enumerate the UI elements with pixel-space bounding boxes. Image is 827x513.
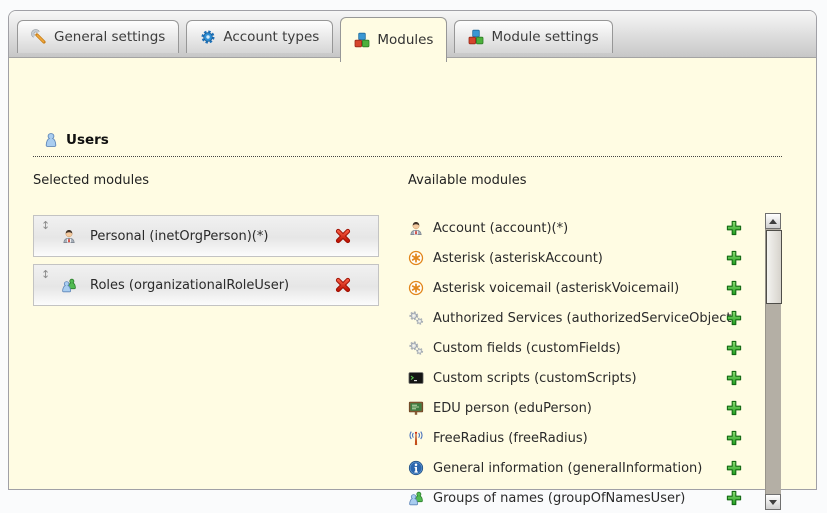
module-label: General information (generalInformation) xyxy=(433,461,725,476)
add-module-button[interactable] xyxy=(726,280,742,296)
available-module-row: Custom fields (customFields) xyxy=(408,333,781,363)
module-label: Account (account)(*) xyxy=(433,221,725,236)
green-plus-icon xyxy=(726,430,742,446)
gears-icon xyxy=(408,310,424,326)
module-label: Asterisk (asteriskAccount) xyxy=(433,251,725,266)
green-plus-icon xyxy=(726,400,742,416)
module-label: FreeRadius (freeRadius) xyxy=(433,431,725,446)
available-modules-list: Account (account)(*) Asterisk (asteriskA… xyxy=(408,213,781,513)
available-modules-heading: Available modules xyxy=(408,173,781,187)
module-label: Authorized Services (authorizedServiceOb… xyxy=(433,311,737,326)
up-arrow-icon xyxy=(769,219,777,224)
module-label: Asterisk voicemail (asteriskVoicemail) xyxy=(433,281,725,296)
module-label: Custom scripts (customScripts) xyxy=(433,371,725,386)
selected-modules-panel: Selected modules ↕ Personal (inetOrgPers… xyxy=(33,173,379,306)
terminal-icon xyxy=(408,370,424,386)
add-module-button[interactable] xyxy=(726,310,742,326)
scrollbar xyxy=(765,213,781,510)
down-arrow-icon xyxy=(769,500,777,505)
available-module-row: Authorized Services (authorizedServiceOb… xyxy=(408,303,781,333)
green-plus-icon xyxy=(726,460,742,476)
available-module-row: EDU person (eduPerson) xyxy=(408,393,781,423)
available-module-row: FreeRadius (freeRadius) xyxy=(408,423,781,453)
group-icon xyxy=(61,277,77,293)
tab-bar: General settings Account types Modules M… xyxy=(9,11,816,58)
module-label: Personal (inetOrgPerson)(*) xyxy=(90,229,330,244)
lam-configuration-window: General settings Account types Modules M… xyxy=(8,10,817,490)
scrollbar-track[interactable] xyxy=(765,229,781,494)
module-label: Groups of names (groupOfNamesUser) xyxy=(433,491,725,506)
wrench-icon xyxy=(31,29,47,45)
tab-account-types[interactable]: Account types xyxy=(186,20,333,53)
add-module-button[interactable] xyxy=(726,400,742,416)
tab-modules[interactable]: Modules xyxy=(340,17,447,62)
remove-module-button[interactable] xyxy=(335,277,351,293)
person-icon xyxy=(61,228,77,244)
drag-handle-icon[interactable]: ↕ xyxy=(41,268,56,281)
add-module-button[interactable] xyxy=(726,220,742,236)
asterisk-icon xyxy=(408,250,424,266)
available-module-row: Custom scripts (customScripts) xyxy=(408,363,781,393)
scrollbar-up-button[interactable] xyxy=(765,213,781,229)
antenna-icon xyxy=(408,430,424,446)
available-module-row: Asterisk voicemail (asteriskVoicemail) xyxy=(408,273,781,303)
green-plus-icon xyxy=(726,310,742,326)
available-modules-panel: Available modules Account (account)(*) A… xyxy=(408,173,781,513)
red-x-icon xyxy=(335,228,351,244)
green-plus-icon xyxy=(726,280,742,296)
green-plus-icon xyxy=(726,490,742,506)
available-modules-list-wrap: Account (account)(*) Asterisk (asteriskA… xyxy=(408,213,781,513)
green-plus-icon xyxy=(726,370,742,386)
tab-module-settings[interactable]: Module settings xyxy=(454,20,612,53)
tab-general-settings[interactable]: General settings xyxy=(17,20,179,53)
modules-icon xyxy=(468,29,484,45)
available-module-row: Groups of names (groupOfNamesUser) xyxy=(408,483,781,513)
add-module-button[interactable] xyxy=(726,250,742,266)
red-x-icon xyxy=(335,277,351,293)
add-module-button[interactable] xyxy=(726,490,742,506)
gears-icon xyxy=(408,340,424,356)
green-plus-icon xyxy=(726,340,742,356)
module-label: EDU person (eduPerson) xyxy=(433,401,725,416)
person-icon xyxy=(408,220,424,236)
drag-handle-icon[interactable]: ↕ xyxy=(41,219,56,232)
available-module-row: Account (account)(*) xyxy=(408,213,781,243)
add-module-button[interactable] xyxy=(726,370,742,386)
user-icon xyxy=(43,132,59,148)
users-section-header: Users xyxy=(33,132,782,157)
asterisk-icon xyxy=(408,280,424,296)
scrollbar-down-button[interactable] xyxy=(765,494,781,510)
modules-icon xyxy=(354,32,370,48)
section-title: Users xyxy=(66,132,109,148)
chalkboard-icon xyxy=(408,400,424,416)
add-module-button[interactable] xyxy=(726,430,742,446)
modules-tab-content: Users Selected modules ↕ Personal (inetO… xyxy=(9,58,816,489)
module-label: Roles (organizationalRoleUser) xyxy=(90,278,330,293)
green-plus-icon xyxy=(726,250,742,266)
remove-module-button[interactable] xyxy=(335,228,351,244)
selected-modules-heading: Selected modules xyxy=(33,173,379,187)
group-icon xyxy=(408,490,424,506)
add-module-button[interactable] xyxy=(726,460,742,476)
available-module-row: General information (generalInformation) xyxy=(408,453,781,483)
selected-module-row: ↕ Personal (inetOrgPerson)(*) xyxy=(33,215,379,257)
info-icon xyxy=(408,460,424,476)
scrollbar-thumb[interactable] xyxy=(766,230,782,304)
selected-modules-list: ↕ Personal (inetOrgPerson)(*) ↕ Roles (o… xyxy=(33,215,379,306)
add-module-button[interactable] xyxy=(726,340,742,356)
module-label: Custom fields (customFields) xyxy=(433,341,725,356)
green-plus-icon xyxy=(726,220,742,236)
gear-icon xyxy=(200,29,216,45)
available-module-row: Asterisk (asteriskAccount) xyxy=(408,243,781,273)
selected-module-row: ↕ Roles (organizationalRoleUser) xyxy=(33,264,379,306)
